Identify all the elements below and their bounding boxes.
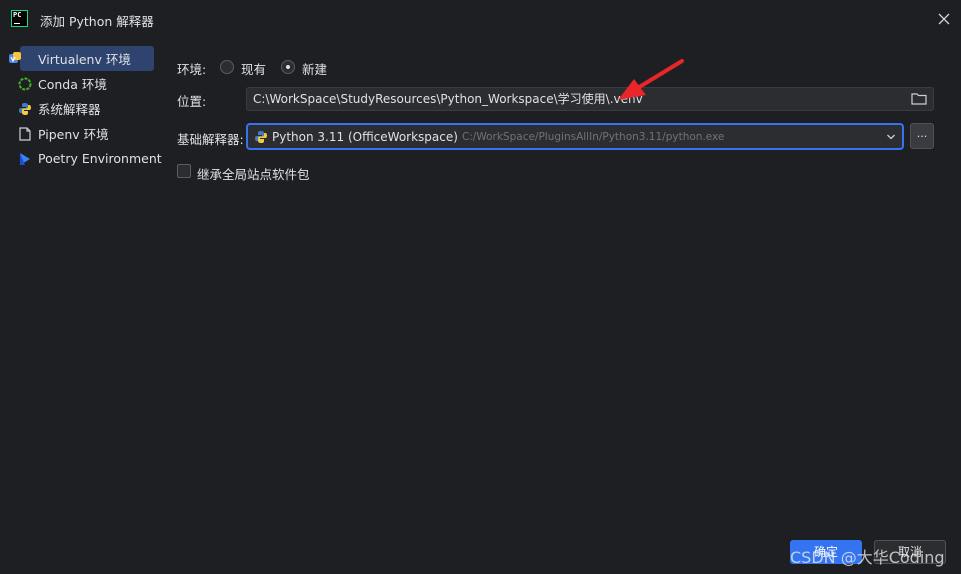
browse-folder-button[interactable] xyxy=(910,90,928,108)
conda-icon xyxy=(18,77,32,91)
close-icon xyxy=(938,13,950,25)
inherit-global-packages-label: 继承全局站点软件包 xyxy=(197,167,310,182)
sidebar-item-label: Pipenv 环境 xyxy=(38,127,109,142)
radio-existing-label: 现有 xyxy=(241,62,267,77)
annotation-arrow-icon xyxy=(618,59,684,100)
title-bar: PC 添加 Python 解释器 xyxy=(0,0,961,38)
python-icon xyxy=(18,102,32,116)
sidebar-item-label: Virtualenv 环境 xyxy=(38,52,131,67)
virtualenv-icon xyxy=(8,51,22,65)
location-label: 位置: xyxy=(177,94,207,109)
base-interpreter-select[interactable]: Python 3.11 (OfficeWorkspace) C:/WorkSpa… xyxy=(246,123,904,150)
radio-new-label: 新建 xyxy=(302,62,328,77)
ok-button[interactable]: 确定 xyxy=(790,540,862,564)
environment-label: 环境: xyxy=(177,62,207,77)
radio-existing[interactable] xyxy=(220,60,234,74)
sidebar-item-label: Poetry Environment xyxy=(38,151,162,166)
location-input[interactable]: C:\WorkSpace\StudyResources\Python_Works… xyxy=(246,87,934,111)
sidebar-item-virtualenv[interactable]: Virtualenv 环境 xyxy=(9,46,154,71)
interpreter-path: C:/WorkSpace/PluginsAllIn/Python3.11/pyt… xyxy=(461,130,725,143)
inherit-global-packages-checkbox[interactable] xyxy=(177,164,191,178)
chevron-down-icon xyxy=(887,134,895,140)
close-button[interactable] xyxy=(936,11,952,27)
base-interpreter-label: 基础解释器: xyxy=(177,132,244,147)
python-icon xyxy=(254,130,268,144)
environment-type-list: Virtualenv 环境 Conda 环境 系统解释器 Pipenv 环境 P… xyxy=(9,46,162,171)
cancel-button[interactable]: 取消 xyxy=(874,540,946,564)
interpreter-name: Python 3.11 (OfficeWorkspace) xyxy=(272,129,458,144)
sidebar-item-system-interpreter[interactable]: 系统解释器 xyxy=(12,96,154,121)
folder-icon xyxy=(911,93,927,105)
pipenv-icon xyxy=(18,126,32,141)
logo-text: PC xyxy=(13,11,22,19)
more-options-button[interactable]: ... xyxy=(910,123,934,149)
sidebar-item-conda[interactable]: Conda 环境 xyxy=(12,71,154,96)
pycharm-logo-icon: PC xyxy=(11,10,28,27)
radio-new[interactable] xyxy=(281,60,295,74)
sidebar-item-pipenv[interactable]: Pipenv 环境 xyxy=(12,121,154,146)
sidebar-item-label: 系统解释器 xyxy=(38,102,101,117)
poetry-icon xyxy=(18,152,32,166)
sidebar-item-label: Conda 环境 xyxy=(38,77,107,92)
sidebar-item-poetry[interactable]: Poetry Environment xyxy=(12,146,162,171)
window-title: 添加 Python 解释器 xyxy=(40,14,154,29)
